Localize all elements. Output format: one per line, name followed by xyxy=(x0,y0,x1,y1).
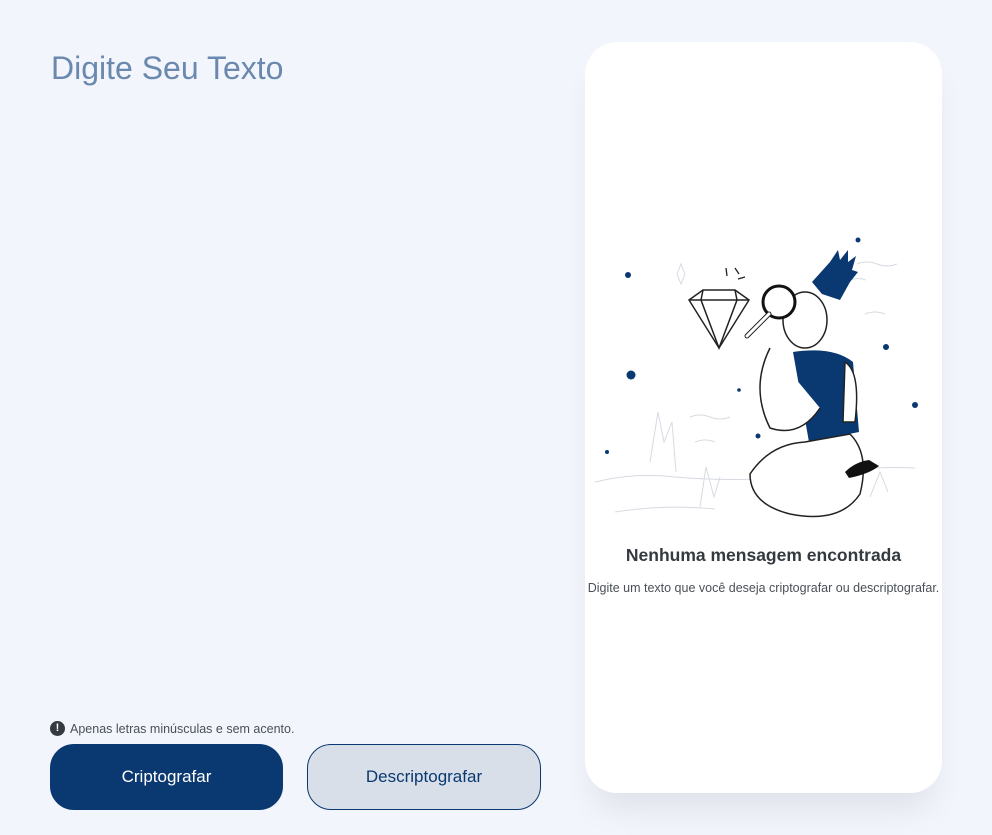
encrypt-button[interactable]: Criptografar xyxy=(50,744,283,810)
hint-text: Apenas letras minúsculas e sem acento. xyxy=(70,721,295,736)
output-panel: Nenhuma mensagem encontrada Digite um te… xyxy=(585,42,942,793)
info-icon: ! xyxy=(50,721,65,736)
empty-state-description: Digite um texto que você deseja criptogr… xyxy=(587,581,940,595)
text-input-area[interactable] xyxy=(51,48,541,698)
text-input[interactable] xyxy=(51,48,541,698)
decrypt-button[interactable]: Descriptografar xyxy=(307,744,541,810)
empty-state-illustration xyxy=(595,237,918,518)
empty-state-title: Nenhuma mensagem encontrada xyxy=(625,545,902,565)
input-hint: ! Apenas letras minúsculas e sem acento. xyxy=(50,721,294,736)
